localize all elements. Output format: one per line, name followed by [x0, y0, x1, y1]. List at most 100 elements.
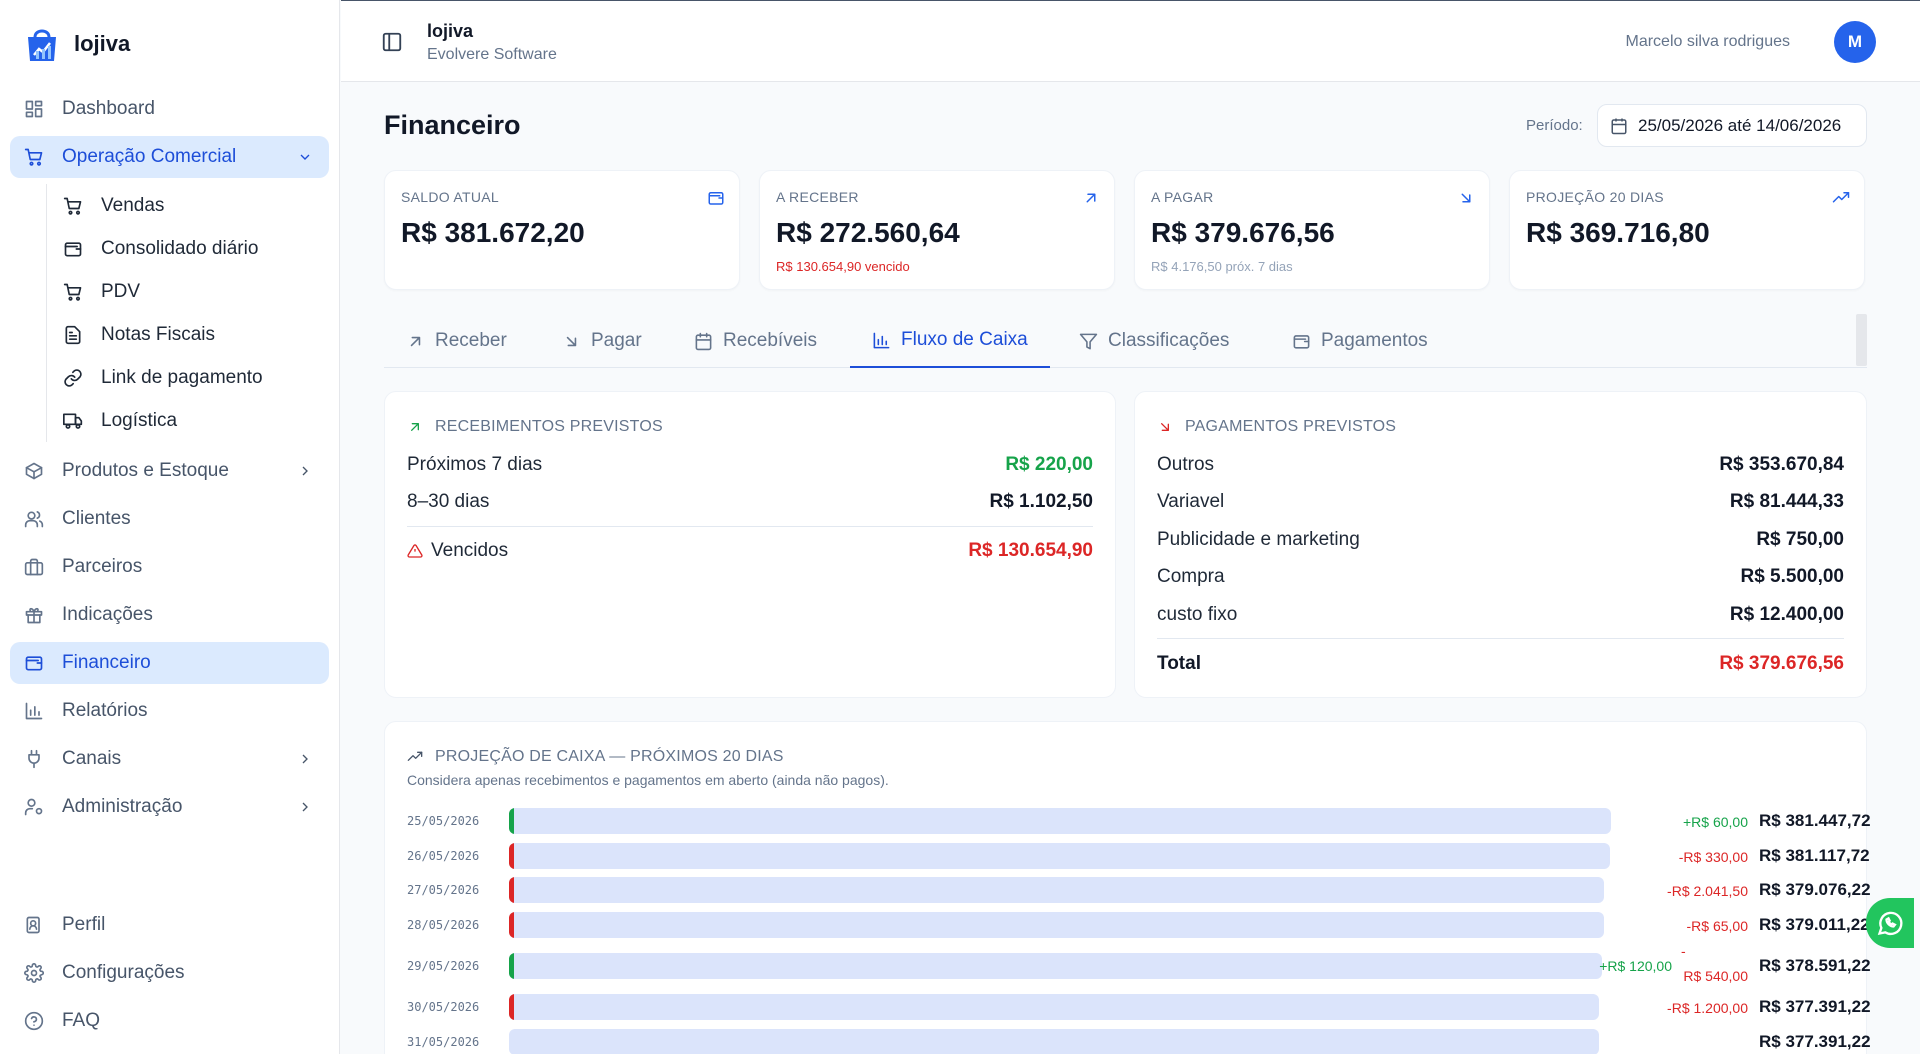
kpi-label: A RECEBER	[776, 189, 859, 205]
lojiva-logo-icon	[24, 25, 60, 63]
sidebar-item-operacao-comercial[interactable]: Operação Comercial	[10, 136, 329, 178]
kpi-label: PROJEÇÃO 20 DIAS	[1526, 189, 1664, 205]
projection-row: 28/05/2026 -R$ 65,00 R$ 379.011,22	[385, 912, 1870, 938]
sidebar-item-label: Perfil	[62, 914, 106, 935]
tab-label: Pagar	[591, 330, 642, 351]
arrow-down-right-icon	[1457, 189, 1475, 207]
projection-bar-marker	[509, 994, 514, 1020]
tab-label: Recebíveis	[723, 330, 817, 351]
sidebar-subitem-label: PDV	[101, 280, 141, 302]
tab-scrollbar[interactable]	[1856, 314, 1867, 366]
recebimentos-card: RECEBIMENTOS PREVISTOS Próximos 7 dias R…	[384, 391, 1116, 698]
row-value: R$ 81.444,33	[1729, 491, 1844, 512]
period-picker[interactable]: 25/05/2026 até 14/06/2026	[1597, 104, 1867, 147]
bar-chart-icon	[24, 701, 44, 721]
total-value: R$ 379.676,56	[1719, 653, 1844, 674]
sidebar-item-dashboard[interactable]: Dashboard	[10, 88, 329, 130]
users-icon	[24, 509, 44, 529]
arrow-down-right-icon	[566, 336, 577, 346]
kpi-label: A PAGAR	[1151, 189, 1214, 205]
sidebar-subitem-pdv[interactable]: PDV	[53, 270, 329, 313]
divider	[407, 526, 1093, 527]
arrow-down-right-icon	[1161, 423, 1169, 431]
store-name: lojiva	[427, 21, 474, 41]
wallet-icon	[707, 189, 725, 207]
card-title: RECEBIMENTOS PREVISTOS	[435, 418, 663, 435]
pagam-total-row: Total R$ 379.676,56	[1157, 653, 1844, 675]
projection-delta: +R$ 120,00	[1599, 958, 1672, 974]
sidebar-subitem-logistica[interactable]: Logística	[53, 399, 329, 442]
sidebar-item-label: Indicações	[62, 604, 153, 625]
alert-triangle-icon	[407, 544, 423, 558]
sidebar-item-financeiro[interactable]: Financeiro	[10, 642, 329, 684]
projection-date: 27/05/2026	[407, 883, 480, 897]
sidebar-item-label: Dashboard	[62, 98, 155, 119]
tab-pagamentos[interactable]: Pagamentos	[1292, 314, 1428, 368]
chevron-down-icon	[297, 149, 313, 165]
chevron-right-icon	[297, 463, 313, 479]
projection-bar	[509, 994, 1599, 1020]
sidebar-item-faq[interactable]: FAQ	[10, 1000, 329, 1042]
row-label: 8–30 dias	[407, 491, 490, 512]
row-value: R$ 750,00	[1756, 529, 1844, 550]
brand-name: lojiva	[74, 31, 131, 56]
sidebar-item-administracao[interactable]: Administração	[10, 786, 329, 828]
arrow-up-right-icon	[411, 423, 419, 431]
avatar[interactable]: M	[1834, 21, 1876, 63]
sidebar-item-label: FAQ	[62, 1010, 101, 1031]
tab-fluxo-de-caixa[interactable]: Fluxo de Caixa	[850, 314, 1050, 368]
sidebar-item-label: Canais	[62, 748, 122, 769]
projection-bar	[509, 877, 1604, 903]
projection-date: 25/05/2026	[407, 814, 480, 828]
sidebar-subitem-link-pagamento[interactable]: Link de pagamento	[53, 356, 329, 399]
sidebar-item-label: Administração	[62, 796, 183, 817]
tab-recebiveis[interactable]: Recebíveis	[694, 314, 817, 368]
projection-delta: -R$ 1.200,00	[1667, 1000, 1748, 1016]
chevron-right-icon	[297, 751, 313, 767]
row-value: R$ 5.500,00	[1740, 566, 1844, 587]
sidebar-subitem-label: Link de pagamento	[101, 366, 263, 388]
user-cog-icon	[24, 797, 44, 817]
projection-row: 30/05/2026 -R$ 1.200,00 R$ 377.391,22	[385, 994, 1871, 1020]
tab-label: Classificações	[1108, 330, 1230, 351]
projection-bar-marker	[509, 912, 514, 938]
card-header: RECEBIMENTOS PREVISTOS	[407, 418, 663, 436]
projection-delta: R$ 540,00	[1683, 968, 1748, 984]
row-label: Variavel	[1157, 491, 1225, 512]
user-name[interactable]: Marcelo silva rodrigues	[1625, 33, 1790, 51]
tab-pagar[interactable]: Pagar	[562, 314, 642, 368]
card-header: PROJEÇÃO DE CAIXA — PRÓXIMOS 20 DIAS	[407, 748, 784, 766]
sidebar-item-label: Financeiro	[62, 652, 151, 673]
sidebar-subitem-notas-fiscais[interactable]: Notas Fiscais	[53, 313, 329, 356]
period-value: 25/05/2026 até 14/06/2026	[1638, 115, 1842, 135]
tab-label: Receber	[435, 330, 507, 351]
tab-classificacoes[interactable]: Classificações	[1079, 314, 1229, 368]
box-icon	[24, 461, 44, 481]
projection-balance: R$ 378.591,22	[1759, 956, 1871, 975]
receb-row: 8–30 dias R$ 1.102,50	[407, 491, 1093, 513]
sidebar-subitem-label: Logística	[101, 409, 178, 431]
sidebar-item-label: Clientes	[62, 508, 131, 529]
sidebar-item-parceiros[interactable]: Parceiros	[10, 546, 329, 588]
id-card-icon	[24, 915, 44, 935]
sidebar-item-configuracoes[interactable]: Configurações	[10, 952, 329, 994]
sidebar: lojiva Dashboard Operação Comercial Vend…	[0, 0, 340, 1054]
bar-chart-icon	[873, 332, 890, 348]
sidebar-item-canais[interactable]: Canais	[10, 738, 329, 780]
sidebar-bottom: Perfil Configurações FAQ	[10, 904, 329, 1048]
projection-bar	[509, 808, 1611, 834]
sidebar-item-produtos-estoque[interactable]: Produtos e Estoque	[10, 450, 329, 492]
projection-balance: R$ 377.391,22	[1759, 1032, 1871, 1051]
sidebar-item-clientes[interactable]: Clientes	[10, 498, 329, 540]
brand[interactable]: lojiva	[0, 0, 339, 88]
whatsapp-icon	[1877, 911, 1903, 936]
sidebar-toggle-icon[interactable]	[381, 31, 403, 53]
sidebar-item-relatorios[interactable]: Relatórios	[10, 690, 329, 732]
row-label: Publicidade e marketing	[1157, 529, 1360, 550]
sidebar-item-perfil[interactable]: Perfil	[10, 904, 329, 946]
tab-receber[interactable]: Receber	[406, 314, 507, 368]
whatsapp-button[interactable]	[1866, 898, 1914, 948]
sidebar-item-indicacoes[interactable]: Indicações	[10, 594, 329, 636]
sidebar-subitem-vendas[interactable]: Vendas	[53, 184, 329, 227]
sidebar-subitem-consolidado[interactable]: Consolidado diário	[53, 227, 329, 270]
